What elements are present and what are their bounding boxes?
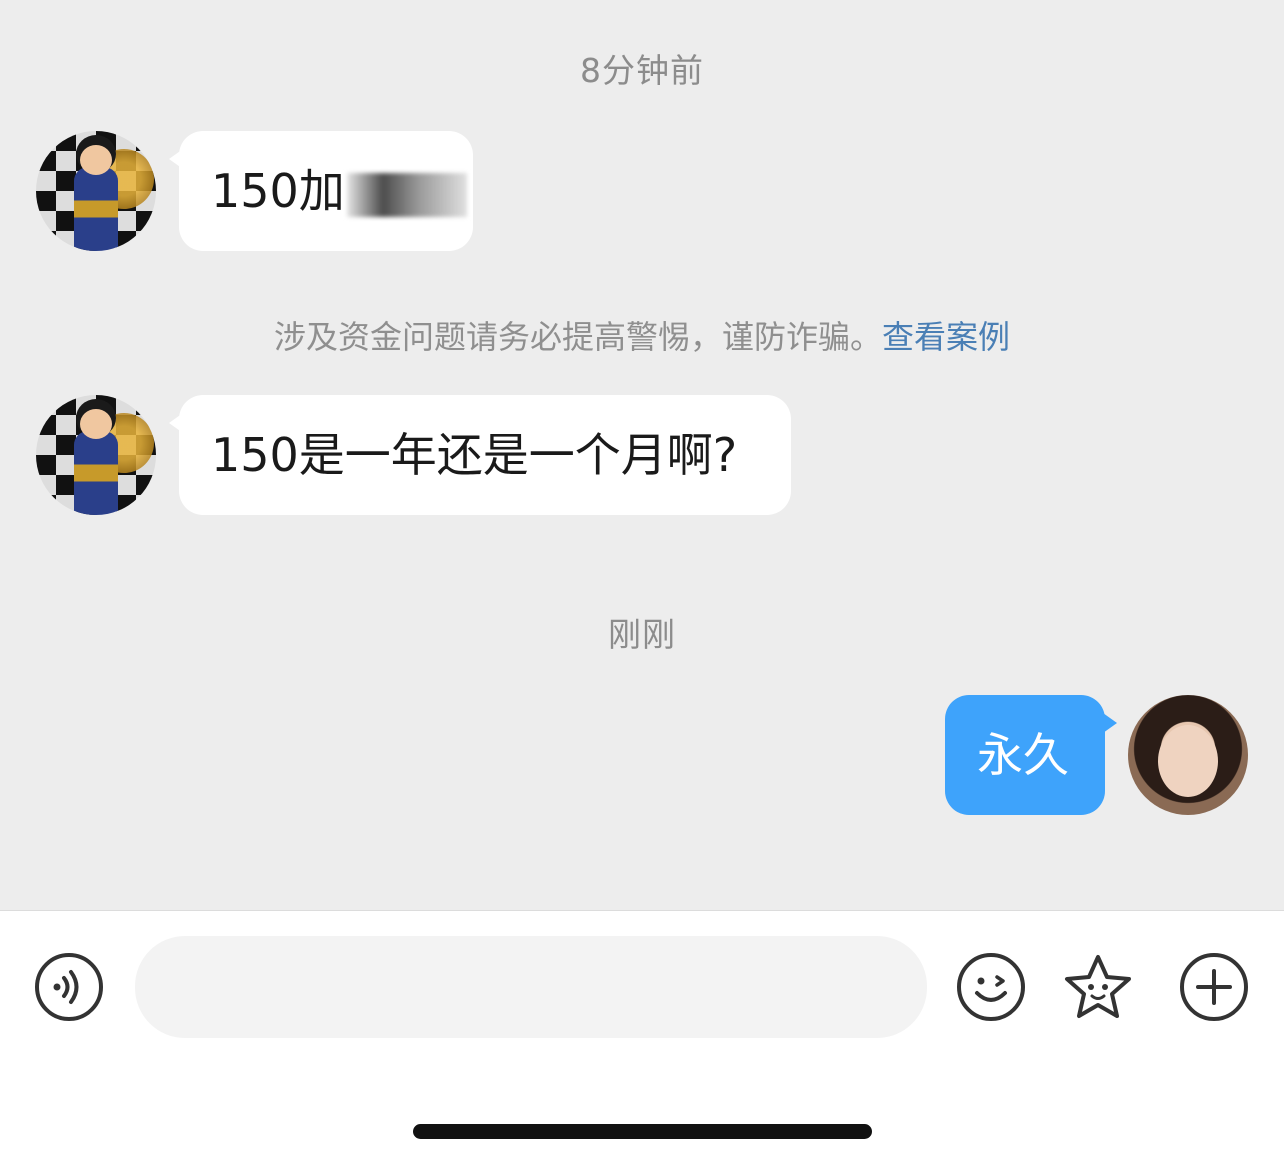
- plus-icon[interactable]: [1178, 951, 1250, 1023]
- chat-area: 8分钟前 150加 涉及资金问题请务必提高警惕，谨防诈骗。查看案例 150是一年…: [0, 0, 1284, 910]
- message-bubble-incoming[interactable]: 150加: [169, 131, 473, 251]
- message-text: 150是一年还是一个月啊?: [211, 428, 738, 482]
- timestamp: 8分钟前: [580, 51, 704, 90]
- message-text: 永久: [977, 728, 1069, 782]
- message-text: 150加: [211, 164, 345, 218]
- message-bubble-incoming[interactable]: 150是一年还是一个月啊?: [169, 395, 791, 515]
- input-toolbar: [0, 910, 1284, 1164]
- notice-text: 涉及资金问题请务必提高警惕，谨防诈骗。: [273, 318, 882, 356]
- view-cases-link[interactable]: 查看案例: [882, 318, 1010, 356]
- message-input[interactable]: [135, 936, 927, 1038]
- message-bubble-outgoing[interactable]: 永久: [945, 695, 1117, 815]
- contact-avatar[interactable]: [36, 131, 156, 251]
- blurred-text: [346, 172, 467, 217]
- fraud-warning-notice: 涉及资金问题请务必提高警惕，谨防诈骗。查看案例: [0, 312, 1284, 358]
- user-avatar[interactable]: [1128, 695, 1248, 815]
- emoji-icon[interactable]: [955, 951, 1027, 1023]
- timestamp: 刚刚: [608, 615, 676, 654]
- home-indicator[interactable]: [413, 1124, 872, 1139]
- star-sticker-icon[interactable]: [1062, 951, 1134, 1023]
- voice-icon[interactable]: [33, 951, 105, 1023]
- contact-avatar[interactable]: [36, 395, 156, 515]
